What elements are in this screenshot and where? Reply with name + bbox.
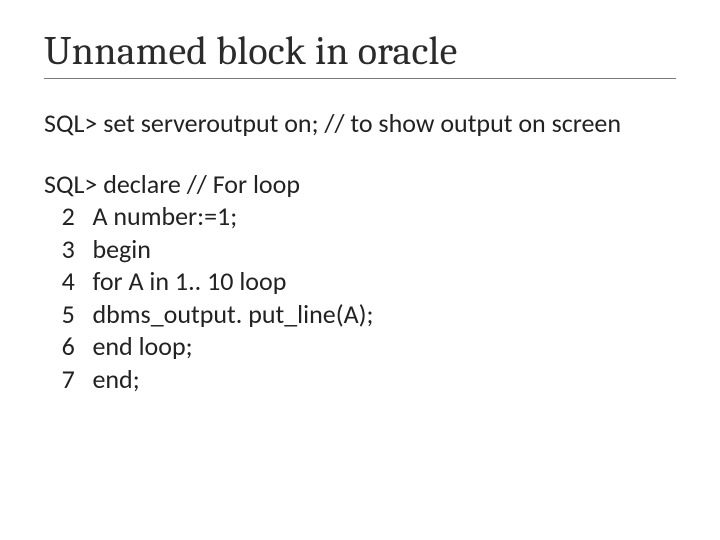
code-line-4: 4 for A in 1.. 10 loop xyxy=(44,265,676,298)
code-line-3: 3 begin xyxy=(44,233,676,266)
slide-body: SQL> set serveroutput on; // to show out… xyxy=(44,107,676,395)
code-line-7: 7 end; xyxy=(44,363,676,396)
code-line-5: 5 dbms_output. put_line(A); xyxy=(44,298,676,331)
declare-head: SQL> declare // For loop xyxy=(44,168,676,201)
code-line-2: 2 A number:=1; xyxy=(44,200,676,233)
serveroutput-text: SQL> set serveroutput on; // to show out… xyxy=(44,107,621,139)
declare-block: SQL> declare // For loop 2 A number:=1; … xyxy=(44,168,676,396)
code-line-6: 6 end loop; xyxy=(44,330,676,363)
title-underline xyxy=(44,78,676,79)
slide-title: Unnamed block in oracle xyxy=(44,28,676,74)
serveroutput-paragraph: SQL> set serveroutput on; // to show out… xyxy=(44,107,676,140)
slide: Unnamed block in oracle SQL> set servero… xyxy=(0,0,720,540)
